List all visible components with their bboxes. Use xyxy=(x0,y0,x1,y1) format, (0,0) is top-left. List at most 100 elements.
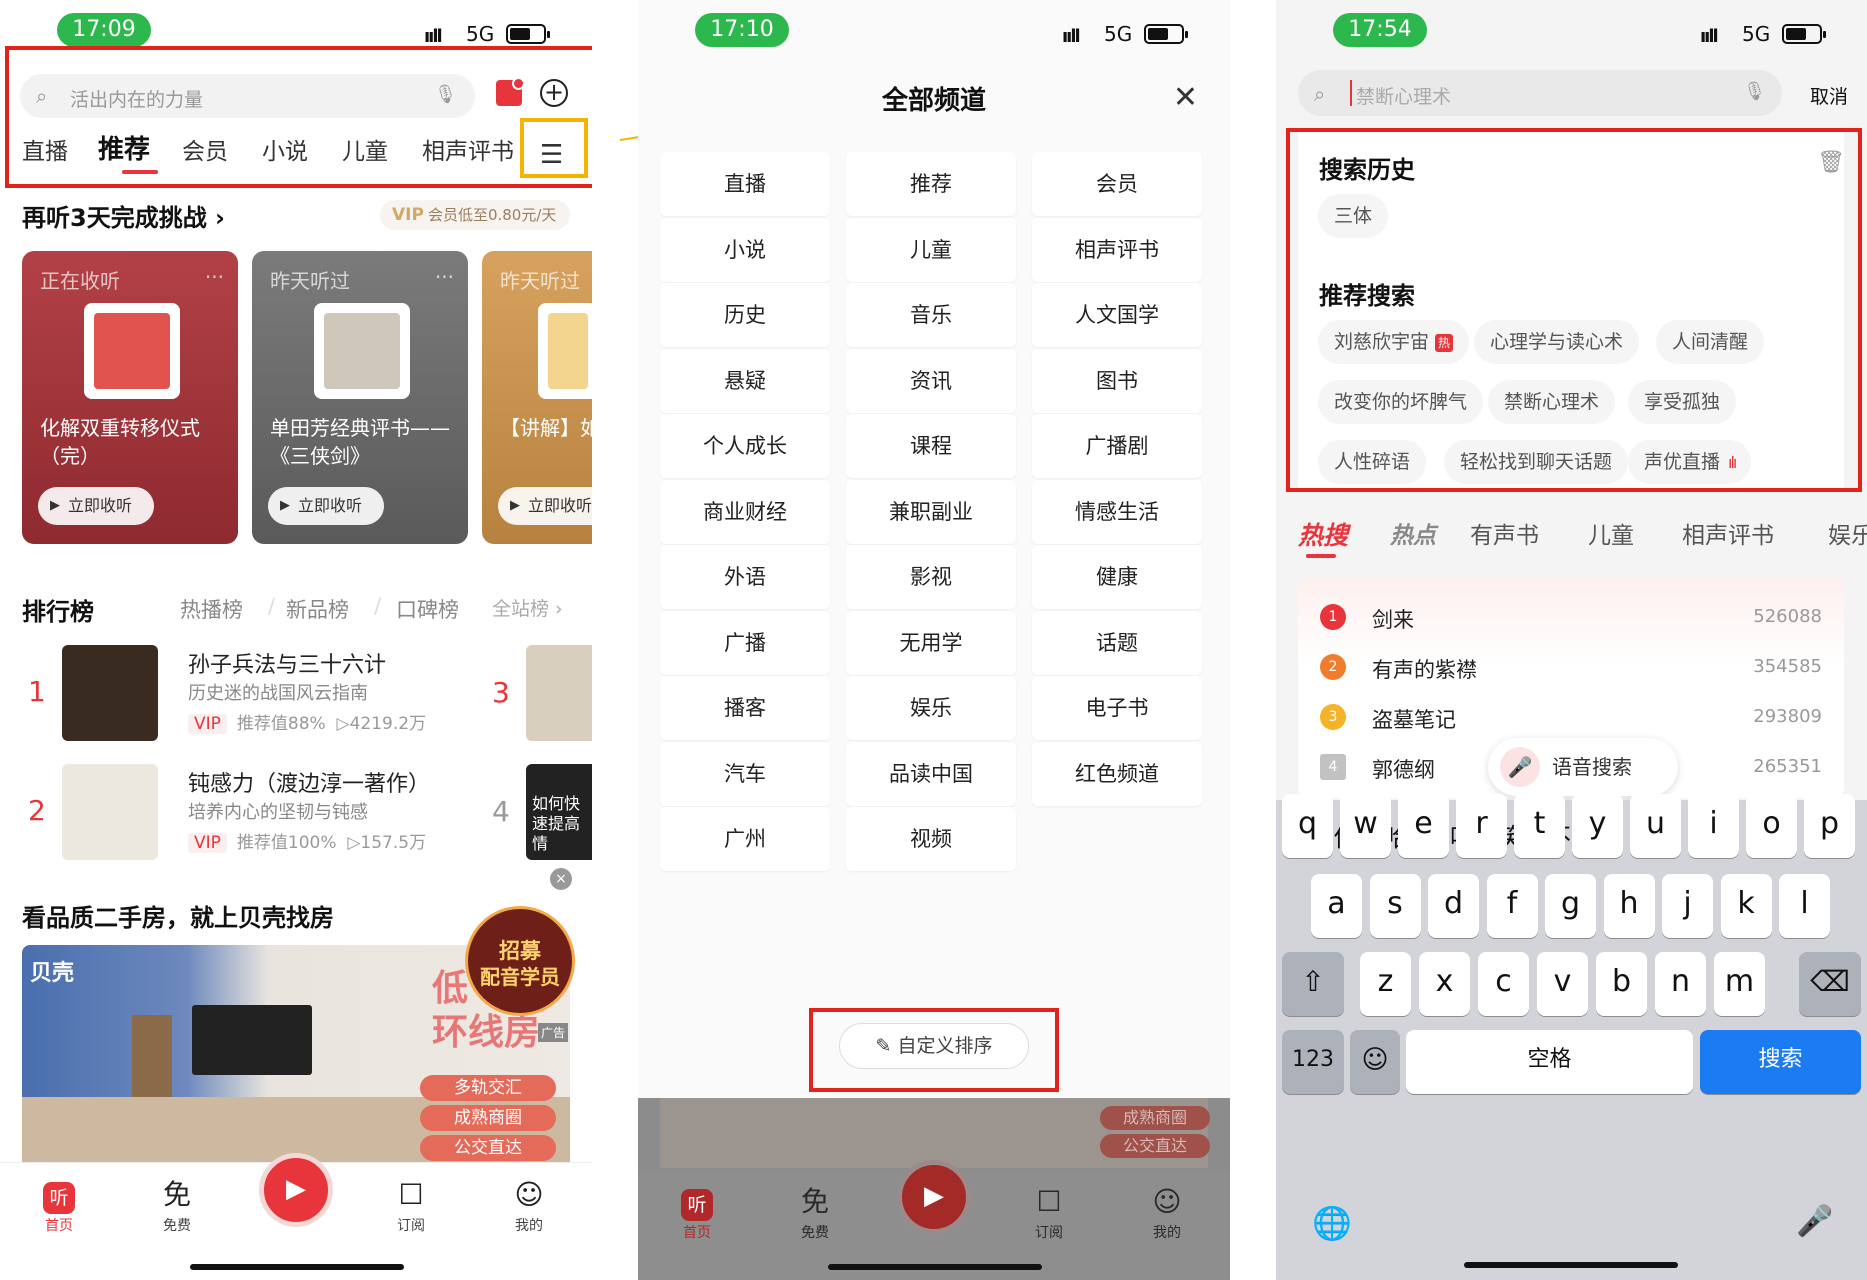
letter-key[interactable]: h xyxy=(1603,874,1655,938)
hot-item[interactable]: 1 剑来 526088 xyxy=(1298,594,1844,644)
rank-tab-hot[interactable]: 热播榜 xyxy=(180,594,243,624)
hot-item[interactable]: 2 有声的紫襟 354585 xyxy=(1298,644,1844,694)
history-card[interactable]: 正在收听 ··· 化解双重转移仪式（完） 立即收听 xyxy=(22,251,238,544)
recruit-badge[interactable]: 招募 配音学员 xyxy=(465,906,575,1016)
letter-key[interactable]: x xyxy=(1419,952,1470,1016)
add-icon[interactable]: + xyxy=(540,79,568,107)
letter-key[interactable]: w xyxy=(1340,794,1391,858)
tab-hot-search[interactable]: 热搜 xyxy=(1298,516,1348,552)
tab-home[interactable]: 听首页 xyxy=(24,1175,94,1235)
search-input[interactable]: ⌕ 活出内在的力量 🎙 xyxy=(20,74,475,118)
recommend-chip[interactable]: 刘慈欣宇宙热 xyxy=(1318,320,1470,364)
channel-item[interactable]: 商业财经 xyxy=(660,479,830,544)
all-channels-menu-icon[interactable]: ☰ xyxy=(540,140,563,170)
recommend-chip[interactable]: 人间清醒 xyxy=(1656,320,1765,364)
tab-live[interactable]: 直播 xyxy=(22,132,68,166)
channel-item[interactable]: 广州 xyxy=(660,807,830,871)
letter-key[interactable]: o xyxy=(1746,794,1797,858)
channel-item[interactable]: 相声评书 xyxy=(1032,217,1202,282)
more-icon[interactable]: ··· xyxy=(435,265,454,289)
challenge-link[interactable]: 再听3天完成挑战 › xyxy=(22,198,225,233)
hot-item[interactable]: 3 盗墓笔记 293809 xyxy=(1298,694,1844,744)
history-card[interactable]: 昨天听过 ··· 单田芳经典评书——《三侠剑》 立即收听 xyxy=(252,251,468,544)
recommend-chip[interactable]: 轻松找到聊天话题 xyxy=(1444,440,1629,484)
channel-item[interactable]: 播客 xyxy=(660,676,830,740)
channel-item[interactable]: 情感生活 xyxy=(1032,479,1202,544)
more-icon[interactable]: ··· xyxy=(205,265,224,289)
book-cover[interactable]: 如何快速提高情 xyxy=(526,764,592,860)
channel-item[interactable]: 音乐 xyxy=(846,283,1016,347)
letter-key[interactable]: t xyxy=(1514,794,1565,858)
letter-key[interactable]: p xyxy=(1804,794,1855,858)
trash-icon[interactable]: 🗑 xyxy=(1817,150,1845,175)
channel-item[interactable]: 人文国学 xyxy=(1032,283,1202,347)
channel-item[interactable]: 历史 xyxy=(660,283,830,347)
channel-item[interactable]: 会员 xyxy=(1032,152,1202,216)
channel-item[interactable]: 话题 xyxy=(1032,610,1202,675)
book-cover[interactable] xyxy=(526,645,592,741)
history-card[interactable]: 昨天听过 【讲解】如何提高睡眠质量, 立即收听 xyxy=(482,251,592,544)
channel-item[interactable]: 健康 xyxy=(1032,545,1202,609)
channel-item[interactable]: 图书 xyxy=(1032,348,1202,413)
listen-now-button[interactable]: 立即收听 xyxy=(38,487,154,525)
channel-item[interactable]: 直播 xyxy=(660,152,830,216)
channel-item[interactable]: 电子书 xyxy=(1032,676,1202,740)
letter-key[interactable]: n xyxy=(1655,952,1706,1016)
message-icon[interactable] xyxy=(496,77,525,106)
letter-key[interactable]: i xyxy=(1688,794,1739,858)
backspace-key[interactable]: ⌫ xyxy=(1799,952,1861,1016)
channel-item[interactable]: 品读中国 xyxy=(846,741,1016,806)
tab-children[interactable]: 儿童 xyxy=(342,132,388,166)
rank-tab-all[interactable]: 全站榜 › xyxy=(492,594,563,621)
tab-entertainment[interactable]: 娱乐 xyxy=(1828,516,1867,550)
letter-key[interactable]: a xyxy=(1311,874,1362,938)
globe-icon[interactable]: 🌐 xyxy=(1312,1204,1352,1242)
rank-tab-reputation[interactable]: 口碑榜 xyxy=(396,594,459,624)
search-input[interactable]: ⌕ 禁断心理术 🎙 xyxy=(1298,70,1782,116)
letter-key[interactable]: v xyxy=(1537,952,1588,1016)
tab-mine[interactable]: ☺ 我的 xyxy=(494,1175,564,1235)
channel-item[interactable]: 个人成长 xyxy=(660,414,830,478)
letter-key[interactable]: c xyxy=(1478,952,1529,1016)
letter-key[interactable]: e xyxy=(1398,794,1449,858)
voice-search-button[interactable]: 🎤 语音搜索 xyxy=(1488,738,1678,796)
letter-key[interactable]: b xyxy=(1596,952,1647,1016)
player-button[interactable]: ▶ xyxy=(259,1153,333,1227)
tab-recommend[interactable]: 推荐 xyxy=(98,129,150,166)
channel-item[interactable]: 视频 xyxy=(846,807,1016,871)
microphone-icon[interactable]: 🎙 xyxy=(434,84,457,105)
channel-item[interactable]: 广播剧 xyxy=(1032,414,1202,478)
channel-item[interactable]: 推荐 xyxy=(846,152,1016,216)
microphone-icon[interactable]: 🎙 xyxy=(1743,81,1766,102)
recommend-chip[interactable]: 禁断心理术 xyxy=(1488,380,1616,424)
channel-item[interactable]: 悬疑 xyxy=(660,348,830,413)
letter-key[interactable]: r xyxy=(1456,794,1507,858)
channel-item[interactable]: 红色频道 xyxy=(1032,741,1202,806)
tab-hot-topics[interactable]: 热点 xyxy=(1390,516,1436,550)
channel-item[interactable]: 兼职副业 xyxy=(846,479,1016,544)
channel-item[interactable]: 汽车 xyxy=(660,741,830,806)
cancel-button[interactable]: 取消 xyxy=(1810,82,1848,109)
shift-key[interactable]: ⇧ xyxy=(1282,952,1344,1016)
tab-audiobooks[interactable]: 有声书 xyxy=(1470,516,1539,550)
vip-promo-badge[interactable]: VIP 会员低至0.80元/天 xyxy=(380,200,570,230)
search-key[interactable]: 搜索 xyxy=(1700,1030,1861,1094)
numbers-key[interactable]: 123 xyxy=(1282,1030,1344,1094)
letter-key[interactable]: m xyxy=(1714,952,1765,1016)
tab-children[interactable]: 儿童 xyxy=(1588,516,1634,550)
letter-key[interactable]: j xyxy=(1662,874,1713,938)
close-ad-icon[interactable]: × xyxy=(550,868,572,890)
channel-item[interactable]: 广播 xyxy=(660,610,830,675)
emoji-key[interactable]: ☺ xyxy=(1350,1030,1400,1094)
letter-key[interactable]: z xyxy=(1360,952,1411,1016)
channel-item[interactable]: 影视 xyxy=(846,545,1016,609)
channel-item[interactable]: 无用学 xyxy=(846,610,1016,675)
channel-item[interactable]: 小说 xyxy=(660,217,830,282)
tab-crosstalk[interactable]: 相声评书 xyxy=(1682,516,1774,550)
tab-free[interactable]: 免免费 xyxy=(142,1175,212,1235)
rank-tab-new[interactable]: 新品榜 xyxy=(286,594,349,624)
letter-key[interactable]: d xyxy=(1428,874,1479,938)
letter-key[interactable]: l xyxy=(1779,874,1830,938)
recommend-chip[interactable]: 享受孤独 xyxy=(1628,380,1737,424)
ranking-title[interactable]: 排行榜 xyxy=(22,592,94,627)
